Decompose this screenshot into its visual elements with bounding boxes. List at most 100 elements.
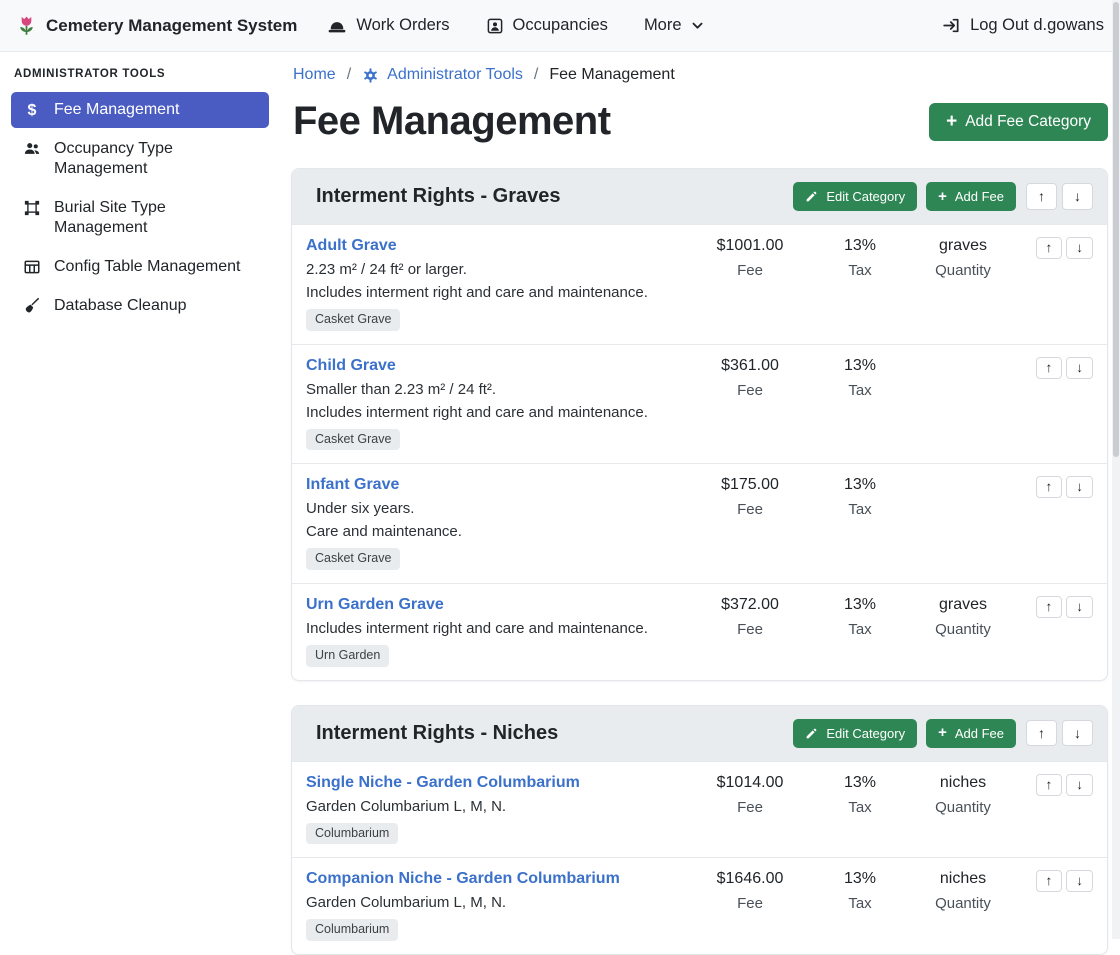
top-navbar: Cemetery Management System Work Orders O… (0, 0, 1120, 52)
category-header: Interment Rights - GravesEdit Category+A… (292, 169, 1107, 224)
fee-row: Child GraveSmaller than 2.23 m² / 24 ft²… (292, 344, 1107, 464)
add-fee-button[interactable]: +Add Fee (926, 719, 1016, 748)
sidebar-item-fee-management[interactable]: $Fee Management (11, 92, 269, 128)
nav-more[interactable]: More (644, 16, 704, 35)
arrow-down-icon: ↓ (1076, 360, 1083, 375)
app-brand[interactable]: Cemetery Management System (16, 14, 297, 38)
arrow-down-icon: ↓ (1076, 479, 1083, 494)
tax-value: 13% (809, 357, 911, 375)
breadcrumb-admin-tools-link[interactable]: Administrator Tools (362, 66, 523, 84)
move-fee-down-button[interactable]: ↓ (1066, 237, 1093, 259)
page-title: Fee Management (293, 99, 611, 144)
fee-reorder-controls: ↑↓ (1015, 774, 1093, 796)
move-fee-down-button[interactable]: ↓ (1066, 596, 1093, 618)
move-category-down-button[interactable]: ↓ (1062, 183, 1093, 210)
tax-label: Tax (809, 621, 911, 638)
logout-button[interactable]: Log Out d.gowans (942, 16, 1104, 35)
sidebar-item-database-cleanup[interactable]: Database Cleanup (11, 288, 269, 324)
sidebar-item-occupancy-type-management[interactable]: Occupancy Type Management (11, 131, 269, 187)
edit-category-button[interactable]: Edit Category (793, 719, 917, 748)
move-fee-up-button[interactable]: ↑ (1036, 596, 1063, 618)
fee-name-link[interactable]: Urn Garden Grave (306, 596, 444, 613)
sidebar-item-label: Burial Site Type Management (54, 198, 258, 238)
move-fee-up-button[interactable]: ↑ (1036, 774, 1063, 796)
quantity-value: niches (911, 870, 1015, 888)
fee-name-link[interactable]: Child Grave (306, 357, 396, 374)
nav-work-orders[interactable]: Work Orders (327, 16, 449, 35)
move-fee-up-button[interactable]: ↑ (1036, 870, 1063, 892)
frame-icon (22, 199, 42, 217)
plus-icon: + (946, 113, 957, 130)
move-category-up-button[interactable]: ↑ (1026, 183, 1057, 210)
add-fee-category-button[interactable]: + Add Fee Category (929, 103, 1108, 141)
fee-type-badge: Urn Garden (306, 645, 389, 667)
arrow-up-icon: ↑ (1038, 725, 1045, 741)
fee-label: Fee (691, 895, 809, 912)
broom-icon (22, 297, 42, 315)
fee-reorder-controls: ↑↓ (1015, 596, 1093, 618)
move-fee-down-button[interactable]: ↓ (1066, 476, 1093, 498)
move-fee-up-button[interactable]: ↑ (1036, 237, 1063, 259)
app-title: Cemetery Management System (46, 16, 297, 36)
fee-type-badge: Casket Grave (306, 309, 400, 331)
tax-col: 13%Tax (809, 357, 911, 399)
fee-name-link[interactable]: Infant Grave (306, 476, 399, 493)
fee-main: Adult Grave 2.23 m² / 24 ft² or larger. In… (306, 237, 691, 331)
move-fee-down-button[interactable]: ↓ (1066, 357, 1093, 379)
add-fee-label: Add Fee (955, 189, 1004, 204)
arrow-down-icon: ↓ (1076, 240, 1083, 255)
fee-main: Child GraveSmaller than 2.23 m² / 24 ft²… (306, 357, 691, 451)
move-fee-up-button[interactable]: ↑ (1036, 357, 1063, 379)
category-actions: Edit Category +Add Fee ↑ ↓ (793, 719, 1093, 748)
fee-description: Includes interment right and care and ma… (306, 284, 691, 301)
arrow-down-icon: ↓ (1074, 725, 1081, 741)
fee-description: Care and maintenance. (306, 523, 691, 540)
nav-occupancies[interactable]: Occupancies (486, 16, 608, 35)
fee-col: $1646.00Fee (691, 870, 809, 912)
fee-name-link[interactable]: Companion Niche - Garden Columbarium (306, 870, 620, 887)
pencil-icon (805, 190, 818, 203)
fee-name-link[interactable]: Adult Grave (306, 237, 397, 254)
fee-description: 2.23 m² / 24 ft² or larger. (306, 261, 691, 278)
fee-badge-wrap: Urn Garden (306, 645, 691, 667)
quantity-col: gravesQuantity (911, 596, 1015, 638)
fee-type-badge: Columbarium (306, 919, 398, 941)
move-category-down-button[interactable]: ↓ (1062, 720, 1093, 747)
add-fee-category-label: Add Fee Category (965, 113, 1091, 131)
arrow-down-icon: ↓ (1076, 873, 1083, 888)
fee-row: Adult Grave 2.23 m² / 24 ft² or larger. In… (292, 224, 1107, 344)
scrollbar-thumb[interactable] (1113, 2, 1119, 457)
fee-value: $361.00 (691, 357, 809, 375)
edit-category-button[interactable]: Edit Category (793, 182, 917, 211)
move-fee-down-button[interactable]: ↓ (1066, 774, 1093, 796)
tax-value: 13% (809, 237, 911, 255)
move-fee-up-button[interactable]: ↑ (1036, 476, 1063, 498)
breadcrumb-home-link[interactable]: Home (293, 66, 336, 84)
person-frame-icon (486, 17, 504, 35)
fee-description: Includes interment right and care and ma… (306, 404, 691, 421)
add-fee-button[interactable]: +Add Fee (926, 182, 1016, 211)
move-fee-down-button[interactable]: ↓ (1066, 870, 1093, 892)
vertical-scrollbar[interactable] (1112, 0, 1120, 939)
fee-description: Under six years. (306, 500, 691, 517)
sidebar-item-label: Database Cleanup (54, 296, 187, 316)
fee-main: Infant Grave Under six years. Care and mai… (306, 476, 691, 570)
fee-badge-wrap: Columbarium (306, 823, 691, 845)
quantity-col: nichesQuantity (911, 870, 1015, 912)
tax-value: 13% (809, 870, 911, 888)
fee-name-link[interactable]: Single Niche - Garden Columbarium (306, 774, 580, 791)
sidebar-item-burial-site-type-management[interactable]: Burial Site Type Management (11, 190, 269, 246)
quantity-label: Quantity (911, 262, 1015, 279)
quantity-col: nichesQuantity (911, 774, 1015, 816)
nav-label: More (644, 16, 682, 35)
dollar-icon: $ (22, 101, 42, 120)
admin-sidebar: ADMINISTRATOR TOOLS $Fee ManagementOccup… (0, 52, 280, 939)
breadcrumb-section-label: Administrator Tools (387, 66, 523, 84)
move-category-up-button[interactable]: ↑ (1026, 720, 1057, 747)
sidebar-item-config-table-management[interactable]: Config Table Management (11, 249, 269, 285)
main-content: Home / Administrator Tools / Fee Managem… (280, 52, 1120, 939)
fee-badge-wrap: Columbarium (306, 919, 691, 941)
category-header: Interment Rights - NichesEdit Category+A… (292, 706, 1107, 761)
category-list: Interment Rights - GravesEdit Category+A… (291, 168, 1108, 955)
tax-label: Tax (809, 799, 911, 816)
